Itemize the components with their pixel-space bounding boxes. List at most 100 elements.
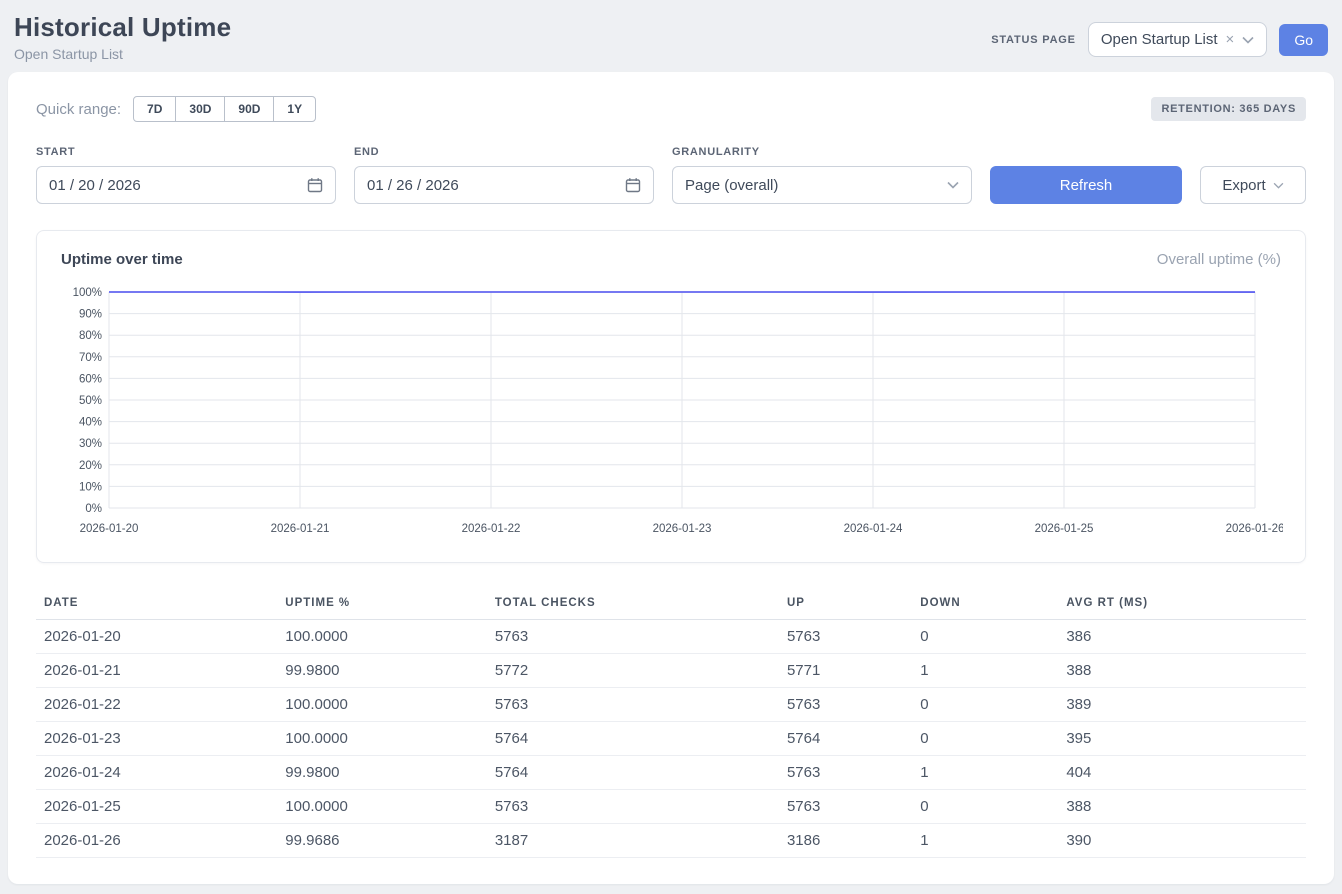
title-block: Historical Uptime Open Startup List <box>14 12 231 62</box>
main-card: Quick range: 7D 30D 90D 1Y RETENTION: 36… <box>8 72 1334 884</box>
quick-range-row: Quick range: 7D 30D 90D 1Y RETENTION: 36… <box>36 96 1306 122</box>
table-cell: 2026-01-25 <box>36 790 277 824</box>
table-cell: 386 <box>1058 620 1306 654</box>
status-page-label: STATUS PAGE <box>991 34 1076 46</box>
table-cell: 388 <box>1058 790 1306 824</box>
y-axis-tick-label: 90% <box>79 309 102 321</box>
table-cell: 5764 <box>487 722 779 756</box>
y-axis-tick-label: 40% <box>79 417 102 429</box>
x-axis-tick-label: 2026-01-22 <box>462 523 521 535</box>
y-axis-tick-label: 70% <box>79 352 102 364</box>
table-cell: 5763 <box>779 790 912 824</box>
page: Historical Uptime Open Startup List STAT… <box>0 0 1342 894</box>
chart-title: Uptime over time <box>61 251 183 268</box>
table-row: 2026-01-20100.0000576357630386 <box>36 620 1306 654</box>
table-row: 2026-01-2199.9800577257711388 <box>36 654 1306 688</box>
table-cell: 404 <box>1058 756 1306 790</box>
table-cell: 5763 <box>487 790 779 824</box>
y-axis-tick-label: 10% <box>79 481 102 493</box>
table-cell: 1 <box>912 824 1058 858</box>
retention-badge: RETENTION: 365 DAYS <box>1151 97 1306 121</box>
y-axis-tick-label: 50% <box>79 395 102 407</box>
column-header: UPTIME % <box>277 587 487 620</box>
calendar-icon[interactable] <box>625 177 641 193</box>
end-date-value: 01 / 26 / 2026 <box>367 177 459 194</box>
chart-card: Uptime over time Overall uptime (%) 0% 10… <box>36 230 1306 563</box>
page-subtitle: Open Startup List <box>14 46 231 62</box>
x-axis-tick-label: 2026-01-25 <box>1035 523 1094 535</box>
table-cell: 5764 <box>487 756 779 790</box>
table-cell: 5763 <box>779 620 912 654</box>
clear-selection-icon[interactable]: × <box>1226 32 1235 47</box>
quick-range-7d-button[interactable]: 7D <box>133 96 176 122</box>
table-cell: 2026-01-21 <box>36 654 277 688</box>
quick-range-label: Quick range: <box>36 101 121 118</box>
start-date-field: START 01 / 20 / 2026 <box>36 146 336 204</box>
end-date-field: END 01 / 26 / 2026 <box>354 146 654 204</box>
table-wrap: DATEUPTIME %TOTAL CHECKSUPDOWNAVG RT (MS… <box>36 587 1306 858</box>
header: Historical Uptime Open Startup List STAT… <box>8 0 1334 72</box>
table-cell: 5764 <box>779 722 912 756</box>
export-button[interactable]: Export <box>1200 166 1306 204</box>
granularity-field: GRANULARITY Page (overall) <box>672 146 972 204</box>
table-cell: 395 <box>1058 722 1306 756</box>
table-row: 2026-01-22100.0000576357630389 <box>36 688 1306 722</box>
filters-row: START 01 / 20 / 2026 END 01 / 26 / 2026 … <box>36 146 1306 204</box>
y-axis-tick-label: 0% <box>85 503 102 515</box>
table-row: 2026-01-25100.0000576357630388 <box>36 790 1306 824</box>
start-date-input[interactable]: 01 / 20 / 2026 <box>36 166 336 204</box>
table-row: 2026-01-2699.9686318731861390 <box>36 824 1306 858</box>
x-axis-tick-label: 2026-01-24 <box>844 523 903 535</box>
y-axis-tick-label: 30% <box>79 438 102 450</box>
x-axis-tick-label: 2026-01-20 <box>80 523 139 535</box>
refresh-button[interactable]: Refresh <box>990 166 1182 204</box>
quick-range-1y-button[interactable]: 1Y <box>273 96 316 122</box>
table-cell: 99.9800 <box>277 654 487 688</box>
uptime-line-chart: 0% 10% 20% 30% 40% 50% 60% 70% 80% 90% 100% 2026-01… <box>59 282 1283 548</box>
start-date-label: START <box>36 146 336 158</box>
quick-range-30d-button[interactable]: 30D <box>175 96 225 122</box>
table-cell: 1 <box>912 756 1058 790</box>
export-button-label: Export <box>1222 177 1265 194</box>
table-cell: 3187 <box>487 824 779 858</box>
chevron-down-icon <box>1273 182 1284 189</box>
table-cell: 2026-01-20 <box>36 620 277 654</box>
end-date-input[interactable]: 01 / 26 / 2026 <box>354 166 654 204</box>
status-page-selected-value: Open Startup List <box>1101 31 1218 48</box>
table-cell: 2026-01-24 <box>36 756 277 790</box>
y-axis-tick-label: 20% <box>79 460 102 472</box>
y-axis-tick-label: 100% <box>73 287 102 299</box>
column-header: AVG RT (MS) <box>1058 587 1306 620</box>
column-header: DOWN <box>912 587 1058 620</box>
table-cell: 100.0000 <box>277 722 487 756</box>
page-title: Historical Uptime <box>14 12 231 43</box>
calendar-icon[interactable] <box>307 177 323 193</box>
quick-range-group: 7D 30D 90D 1Y <box>133 96 316 122</box>
y-axis-tick-label: 60% <box>79 373 102 385</box>
table-header-row: DATEUPTIME %TOTAL CHECKSUPDOWNAVG RT (MS… <box>36 587 1306 620</box>
end-date-label: END <box>354 146 654 158</box>
quick-range-90d-button[interactable]: 90D <box>224 96 274 122</box>
go-button[interactable]: Go <box>1279 24 1328 56</box>
table-cell: 5763 <box>487 620 779 654</box>
table-cell: 5763 <box>779 756 912 790</box>
chart-svg: 0% 10% 20% 30% 40% 50% 60% 70% 80% 90% 100% 2026-01… <box>59 282 1283 544</box>
chevron-down-icon <box>947 181 959 189</box>
x-axis-tick-label: 2026-01-23 <box>653 523 712 535</box>
table-cell: 0 <box>912 688 1058 722</box>
table-cell: 99.9800 <box>277 756 487 790</box>
table-cell: 3186 <box>779 824 912 858</box>
start-date-value: 01 / 20 / 2026 <box>49 177 141 194</box>
table-cell: 0 <box>912 722 1058 756</box>
chart-legend: Overall uptime (%) <box>1157 251 1281 268</box>
uptime-table: DATEUPTIME %TOTAL CHECKSUPDOWNAVG RT (MS… <box>36 587 1306 858</box>
table-cell: 5772 <box>487 654 779 688</box>
table-cell: 5763 <box>779 688 912 722</box>
granularity-select[interactable]: Page (overall) <box>672 166 972 204</box>
table-cell: 99.9686 <box>277 824 487 858</box>
status-page-select[interactable]: Open Startup List × <box>1088 22 1268 57</box>
y-axis-tick-label: 80% <box>79 330 102 342</box>
table-cell: 1 <box>912 654 1058 688</box>
table-row: 2026-01-23100.0000576457640395 <box>36 722 1306 756</box>
table-cell: 5763 <box>487 688 779 722</box>
